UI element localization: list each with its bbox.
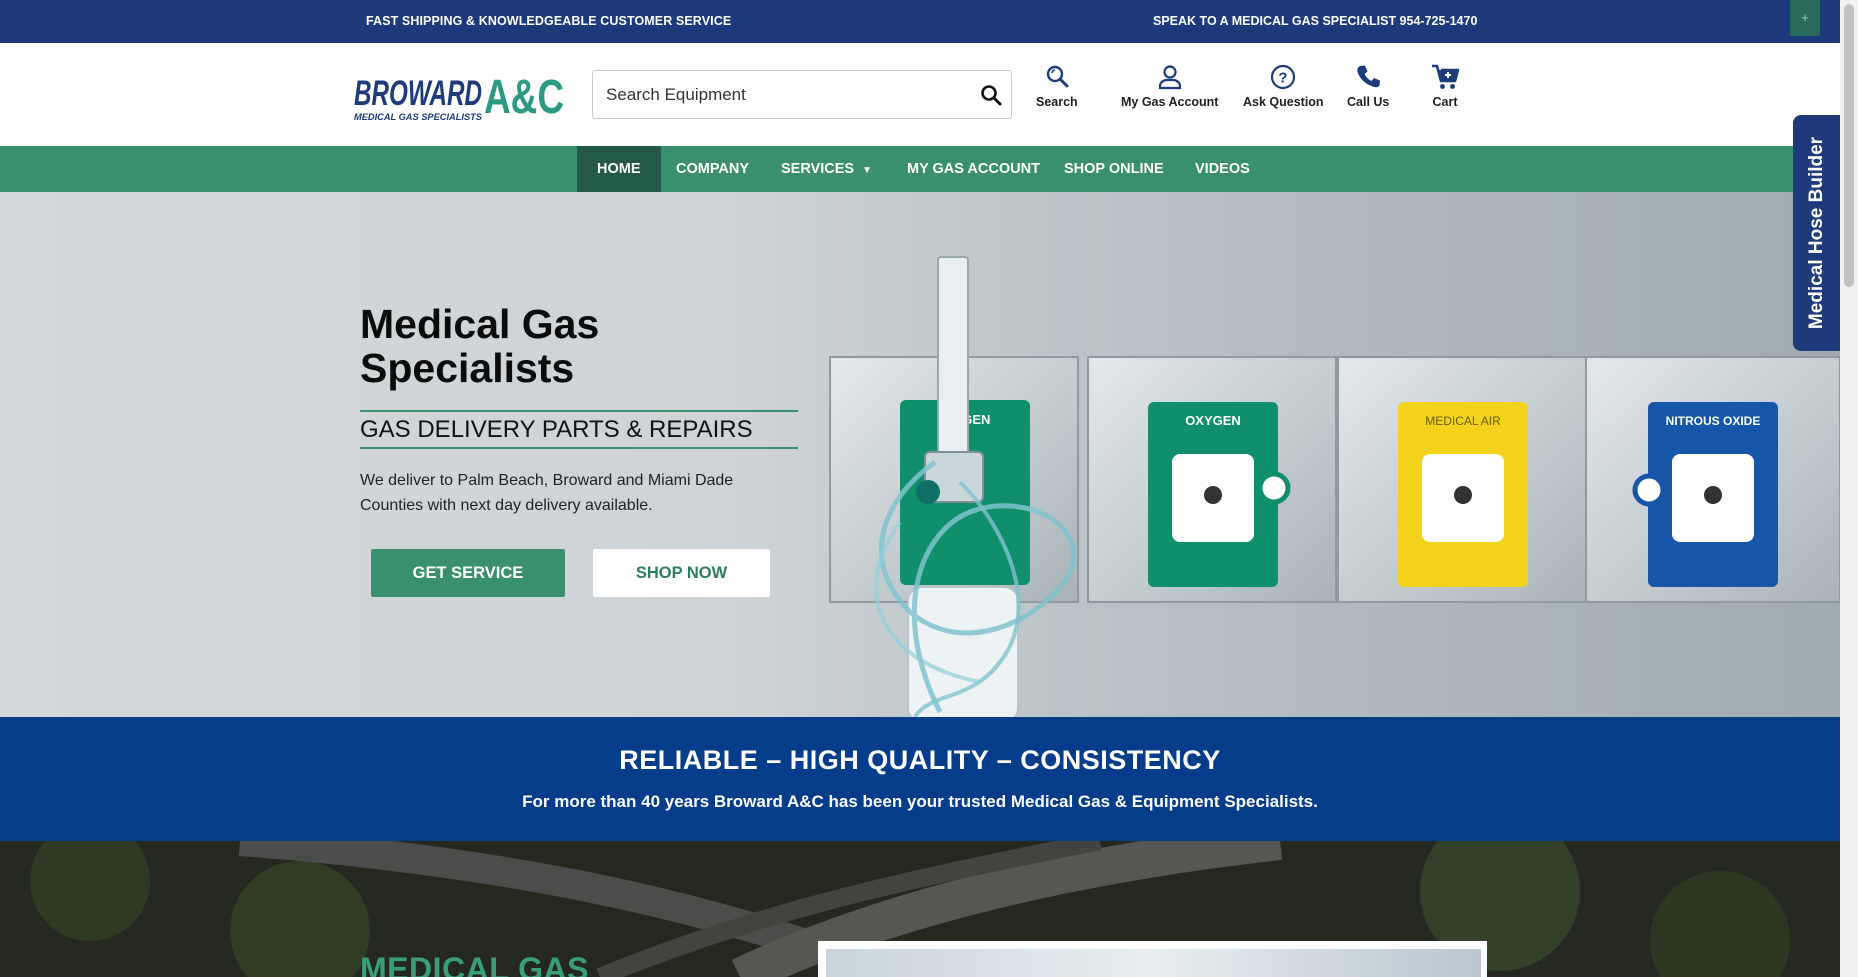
- cart-icon: [1432, 64, 1460, 89]
- hero-description: We deliver to Palm Beach, Broward and Mi…: [360, 472, 734, 514]
- nav-item-services[interactable]: SERVICES ▼: [761, 146, 892, 192]
- header-cart-label: Cart: [1432, 95, 1458, 109]
- header-account-link[interactable]: My Gas Account: [1121, 63, 1218, 109]
- user-icon: [1158, 65, 1181, 90]
- band-text: For more than 40 years Broward A&C has b…: [522, 792, 1318, 811]
- scrollbar-thumb[interactable]: [1844, 4, 1854, 287]
- header-call-link[interactable]: Call Us: [1347, 63, 1389, 109]
- medical-hose-builder-label: Medical Hose Builder: [1805, 136, 1827, 330]
- medical-hose-builder-tab[interactable]: Medical Hose Builder: [1793, 115, 1840, 351]
- outlet-3-label: MEDICAL AIR: [1425, 414, 1501, 428]
- nav-item-shop-online[interactable]: SHOP ONLINE: [1044, 146, 1184, 192]
- nav-company-label: COMPANY: [676, 161, 750, 177]
- bottom-image-card: [818, 941, 1487, 977]
- outlet-4-label: NITROUS OXIDE: [1666, 414, 1761, 428]
- header-call-label: Call Us: [1347, 95, 1390, 109]
- nav-my-gas-account-label: MY GAS ACCOUNT: [907, 161, 1040, 177]
- bottom-card-image: [826, 949, 1481, 977]
- site-header: BROWARD A&C MEDICAL GAS SPECIALISTS Sear…: [0, 43, 1840, 146]
- logo-tagline: MEDICAL GAS SPECIALISTS: [354, 112, 482, 122]
- header-search-label: Search: [1036, 95, 1078, 109]
- nav-shop-online-label: SHOP ONLINE: [1064, 161, 1164, 177]
- header-search-link[interactable]: Search: [1036, 63, 1078, 109]
- header-account-label: My Gas Account: [1121, 95, 1219, 109]
- hero-section: YGEN OXYGEN MEDICAL AIR NITROUS OXIDE Me…: [0, 192, 1840, 717]
- outlet-2-label: OXYGEN: [1185, 413, 1241, 428]
- value-proposition-band: RELIABLE – HIGH QUALITY – CONSISTENCY Fo…: [0, 717, 1840, 841]
- nav-videos-label: VIDEOS: [1195, 161, 1250, 177]
- logo-main-text: BROWARD: [354, 74, 482, 113]
- question-icon: ?: [1271, 64, 1296, 90]
- bottom-section: MEDICAL GAS: [0, 841, 1840, 977]
- nav-item-home[interactable]: HOME: [577, 146, 661, 192]
- search-submit-icon[interactable]: [979, 83, 1003, 107]
- nav-home-label: HOME: [597, 161, 641, 177]
- corner-toggle-button[interactable]: +: [1790, 0, 1820, 36]
- hero-subtitle: GAS DELIVERY PARTS & REPAIRS: [360, 416, 753, 443]
- search-box: [592, 70, 1012, 119]
- hero-title-divider: [360, 410, 798, 412]
- shop-now-button[interactable]: SHOP NOW: [593, 549, 770, 597]
- hero-title: Medical Gas Specialists: [360, 301, 600, 391]
- nav-services-label: SERVICES: [781, 161, 855, 177]
- band-heading: RELIABLE – HIGH QUALITY – CONSISTENCY: [619, 745, 1221, 775]
- main-navigation: HOME COMPANY SERVICES ▼ MY GAS ACCOUNT SH…: [0, 146, 1840, 192]
- search-icon: [1046, 65, 1069, 88]
- page-scrollbar[interactable]: [1840, 0, 1858, 977]
- header-question-label: Ask Question: [1243, 95, 1324, 109]
- logo-accent-text: A&C: [484, 71, 564, 124]
- shipping-message: FAST SHIPPING & KNOWLEDGEABLE CUSTOMER S…: [366, 14, 732, 28]
- page: FAST SHIPPING & KNOWLEDGEABLE CUSTOMER S…: [0, 0, 1858, 977]
- hero-subtitle-divider: [360, 447, 798, 449]
- nav-item-my-gas-account[interactable]: MY GAS ACCOUNT: [887, 146, 1060, 192]
- phone-icon: [1357, 65, 1381, 88]
- specialist-phone-link[interactable]: SPEAK TO A MEDICAL GAS SPECIALIST 954-72…: [1153, 14, 1477, 28]
- hero-gas-outlets-image: YGEN OXYGEN MEDICAL AIR NITROUS OXIDE: [829, 256, 1840, 717]
- broward-logo[interactable]: BROWARD A&C MEDICAL GAS SPECIALISTS: [352, 61, 567, 127]
- header-cart-link[interactable]: Cart: [1430, 63, 1460, 109]
- bottom-section-title: MEDICAL GAS: [360, 951, 589, 977]
- nav-item-company[interactable]: COMPANY: [656, 146, 769, 192]
- get-service-button[interactable]: GET SERVICE: [371, 549, 565, 597]
- chevron-down-icon: ▼: [862, 165, 872, 176]
- nav-item-videos[interactable]: VIDEOS: [1175, 146, 1270, 192]
- search-input[interactable]: [606, 71, 966, 118]
- top-announcement-bar: FAST SHIPPING & KNOWLEDGEABLE CUSTOMER S…: [0, 0, 1840, 43]
- header-question-link[interactable]: ? Ask Question: [1243, 63, 1324, 109]
- svg-text:?: ?: [1279, 70, 1288, 87]
